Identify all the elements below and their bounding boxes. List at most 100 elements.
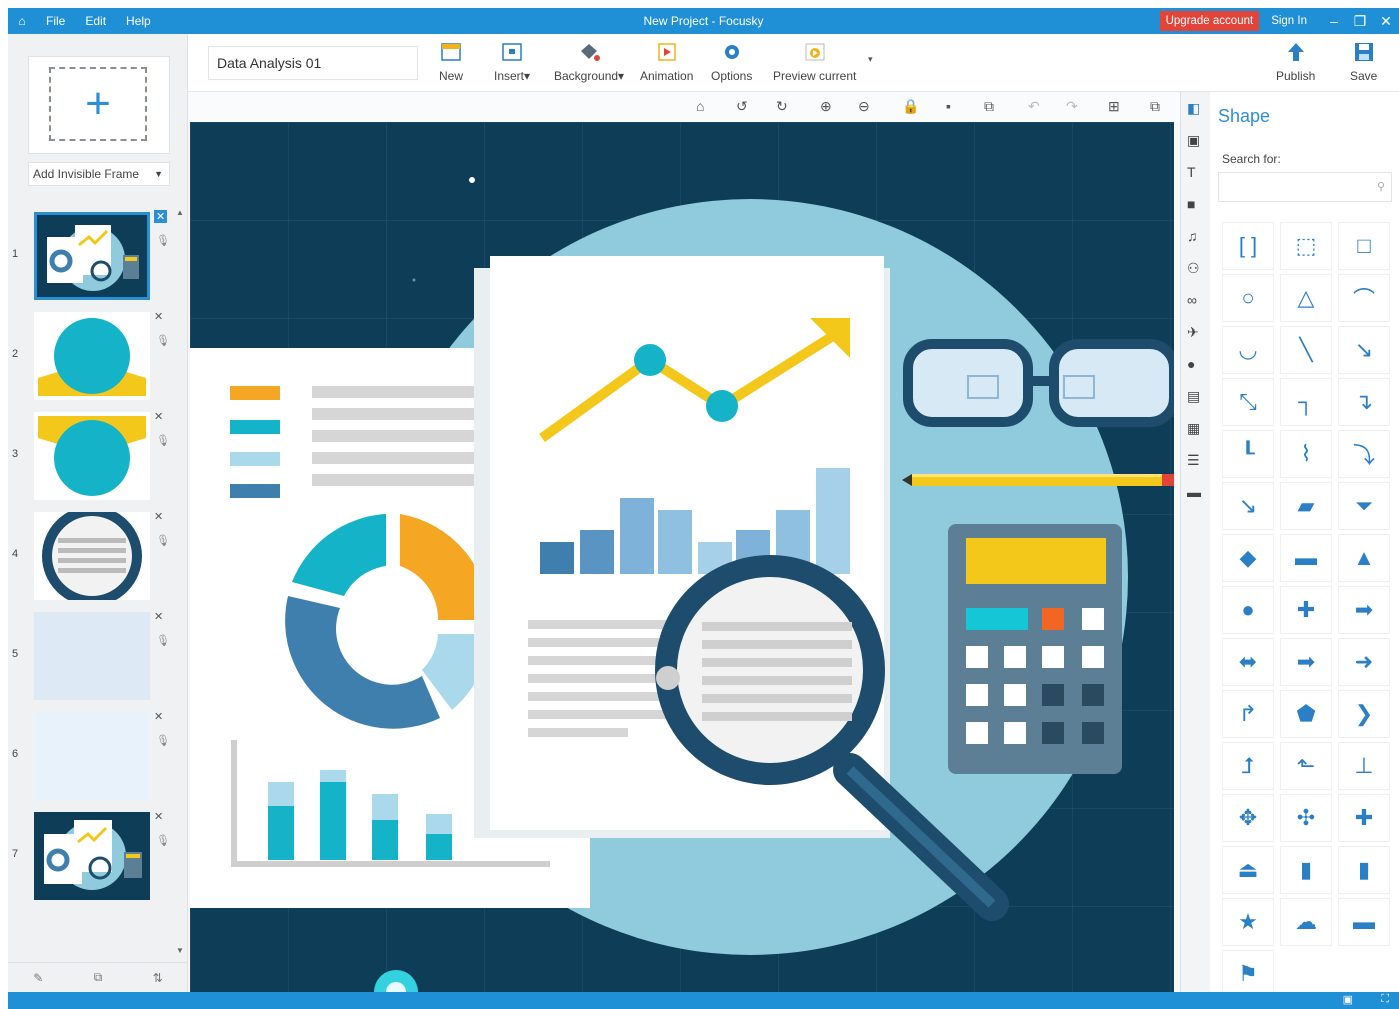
document-tool-icon[interactable]: ▤ <box>1187 388 1200 405</box>
search-icon[interactable]: ⚲ <box>1377 180 1385 193</box>
restore-icon[interactable]: ❐ <box>1347 13 1373 30</box>
rectangle-icon[interactable]: □ <box>1338 222 1390 270</box>
elbow-arrow-icon[interactable]: ↴ <box>1338 378 1390 426</box>
diagonal-line-icon[interactable]: ↘ <box>1222 482 1274 530</box>
new-button[interactable]: New <box>438 40 464 83</box>
cross-arrow-icon[interactable]: ✚ <box>1338 794 1390 842</box>
up-arrow-callout-icon[interactable]: ⊥ <box>1338 742 1390 790</box>
up-turn-arrow-icon[interactable]: ⮥ <box>1222 742 1274 790</box>
rotate-right-icon[interactable]: ↻ <box>776 98 788 115</box>
media-tool-icon[interactable]: ▬ <box>1187 484 1201 500</box>
text-tool-icon[interactable]: T <box>1187 164 1196 180</box>
banner-icon[interactable]: ▬ <box>1338 898 1390 946</box>
microphone-icon[interactable]: 🎙 <box>156 334 170 347</box>
turn-arrow-icon[interactable]: ↱ <box>1222 690 1274 738</box>
up-arrow-box-icon[interactable]: ⏏ <box>1222 846 1274 894</box>
save-button[interactable]: Save <box>1350 40 1377 83</box>
arrow-line-icon[interactable]: ↘ <box>1338 326 1390 374</box>
video-tool-icon[interactable]: ■ <box>1187 196 1195 212</box>
curved-arrow-icon[interactable]: ⤵ <box>1338 430 1390 478</box>
edit-frame-icon[interactable]: ✎ <box>33 971 43 985</box>
slide-thumbnail-1[interactable]: 1 ✕ 🎙 <box>8 208 180 304</box>
people-tool-icon[interactable]: ⚇ <box>1187 260 1200 277</box>
elbow-connector-icon[interactable]: ┐ <box>1280 378 1332 426</box>
left-right-arrow-icon[interactable]: ⬌ <box>1222 638 1274 686</box>
flash-tool-icon[interactable]: ● <box>1187 356 1195 372</box>
thick-right-arrow-icon[interactable]: ➡ <box>1280 638 1332 686</box>
slide-thumbnail-7[interactable]: 7 ✕ 🎙 <box>8 808 180 904</box>
arrange-frames-icon[interactable]: ⇅ <box>153 971 163 985</box>
sign-in-link[interactable]: Sign In <box>1271 15 1307 27</box>
slide-thumbnail-4[interactable]: 4 ✕ 🎙 <box>8 508 180 604</box>
speech-bubble-icon[interactable]: ▮ <box>1338 846 1390 894</box>
zoom-in-icon[interactable]: ⊕ <box>820 98 832 115</box>
menu-help[interactable]: Help <box>116 14 161 28</box>
rounded-rectangle-icon[interactable]: ▬ <box>1280 534 1332 582</box>
music-tool-icon[interactable]: ♫ <box>1187 228 1198 244</box>
microphone-icon[interactable]: 🎙 <box>156 534 170 547</box>
delete-slide-icon[interactable]: ✕ <box>154 310 163 323</box>
cloud-icon[interactable]: ☁ <box>1280 898 1332 946</box>
app-logo-icon[interactable]: ⌂ <box>8 14 36 28</box>
monitor-icon[interactable]: ▣ <box>1343 993 1353 1006</box>
chevron-icon[interactable]: ❯ <box>1338 690 1390 738</box>
upgrade-account-button[interactable]: Upgrade account <box>1159 11 1260 31</box>
triangle-icon[interactable]: △ <box>1280 274 1332 322</box>
arc-icon[interactable]: ⌒ <box>1338 274 1390 322</box>
close-icon[interactable]: ✕ <box>1373 13 1399 30</box>
curved-connector-icon[interactable]: ⌇ <box>1280 430 1332 478</box>
right-arrow-icon[interactable]: ➡ <box>1338 586 1390 634</box>
double-arrow-line-icon[interactable]: ⤡ <box>1222 378 1274 426</box>
ribbon-icon[interactable]: ⚑ <box>1222 950 1274 998</box>
parallelogram-icon[interactable]: ▰ <box>1280 482 1332 530</box>
toolbar-more-caret-icon[interactable]: ▾ <box>868 54 873 65</box>
zoom-out-icon[interactable]: ⊖ <box>858 98 870 115</box>
undo-icon[interactable]: ↶ <box>1028 98 1040 115</box>
copy-frame-icon[interactable]: ⧉ <box>94 970 103 985</box>
fullscreen-icon[interactable]: ⛶ <box>1381 993 1389 1006</box>
pentagon-arrow-icon[interactable]: ⬟ <box>1280 690 1332 738</box>
curve-icon[interactable]: ◡ <box>1222 326 1274 374</box>
line-icon[interactable]: ╲ <box>1280 326 1332 374</box>
microphone-icon[interactable]: 🎙 <box>156 434 170 447</box>
editing-canvas[interactable] <box>190 122 1174 992</box>
four-way-arrow-icon[interactable]: ✥ <box>1222 794 1274 842</box>
preview-current-button[interactable]: Preview current <box>773 40 856 83</box>
delete-icon[interactable]: ▪ <box>946 98 951 114</box>
background-button[interactable]: Background▾ <box>554 40 624 83</box>
microphone-icon[interactable]: 🎙 <box>156 834 170 847</box>
brackets-icon[interactable]: [ ] <box>1222 222 1274 270</box>
delete-slide-icon[interactable]: ✕ <box>154 410 163 423</box>
redo-icon[interactable]: ↷ <box>1066 98 1078 115</box>
publish-button[interactable]: Publish <box>1276 40 1315 83</box>
trapezoid-icon[interactable]: ⏷ <box>1338 482 1390 530</box>
shape-search-input[interactable] <box>1219 173 1369 201</box>
microphone-icon[interactable]: 🎙 <box>156 734 170 747</box>
quad-arrow-icon[interactable]: ✣ <box>1280 794 1332 842</box>
left-up-arrow-icon[interactable]: ⬑ <box>1280 742 1332 790</box>
home-icon[interactable]: ⌂ <box>696 98 704 114</box>
insert-button[interactable]: Insert▾ <box>494 40 530 83</box>
delete-slide-icon[interactable]: ✕ <box>154 710 163 723</box>
minimize-icon[interactable]: – <box>1321 13 1347 29</box>
rotate-left-icon[interactable]: ↺ <box>736 98 748 115</box>
filled-circle-icon[interactable]: ● <box>1222 586 1274 634</box>
project-name-input[interactable] <box>208 46 418 80</box>
slide-thumbnail-3[interactable]: 3 ✕ 🎙 <box>8 408 180 504</box>
filled-triangle-icon[interactable]: ▲ <box>1338 534 1390 582</box>
link-tool-icon[interactable]: ∞ <box>1187 292 1197 308</box>
add-invisible-frame-dropdown[interactable]: Add Invisible Frame ▼ <box>28 162 170 186</box>
callout-icon[interactable]: ▮ <box>1280 846 1332 894</box>
notched-arrow-icon[interactable]: ➜ <box>1338 638 1390 686</box>
menu-file[interactable]: File <box>36 14 75 28</box>
copy-icon[interactable]: ⧉ <box>984 98 994 115</box>
elbow-connector-2-icon[interactable]: ┖ <box>1222 430 1274 478</box>
microphone-icon[interactable]: 🎙 <box>156 634 170 647</box>
slide-thumbnail-2[interactable]: 2 ✕ 🎙 <box>8 308 180 404</box>
slide-thumbnail-6[interactable]: 6 ✕ 🎙 <box>8 708 180 804</box>
scroll-down-arrow[interactable]: ▼ <box>176 946 184 955</box>
dotted-rectangle-icon[interactable]: ⬚ <box>1280 222 1332 270</box>
plane-tool-icon[interactable]: ✈ <box>1187 324 1199 341</box>
lock-icon[interactable]: 🔒 <box>902 98 919 115</box>
animation-button[interactable]: Animation <box>640 40 693 83</box>
